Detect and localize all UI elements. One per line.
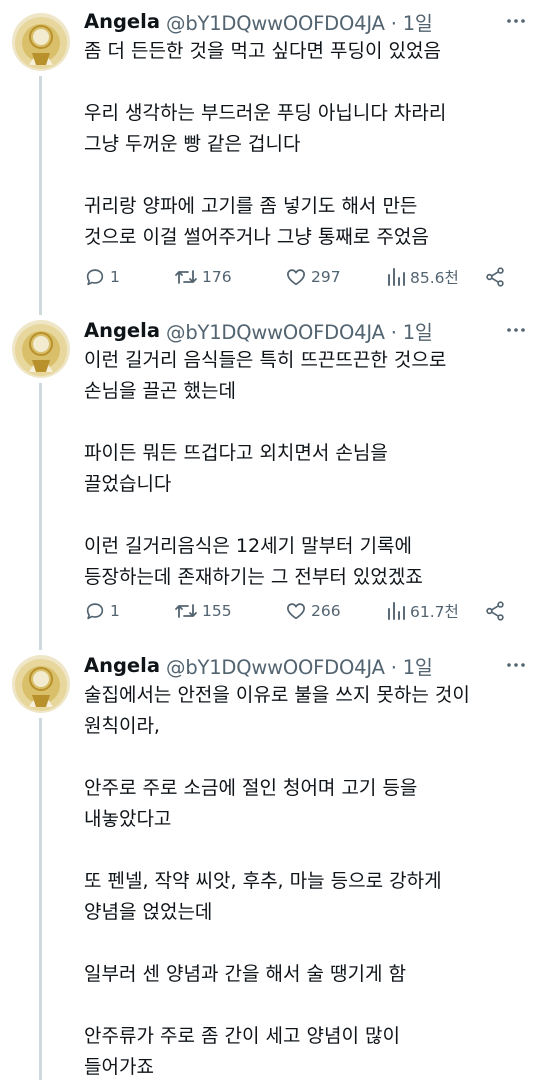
share-button[interactable] xyxy=(484,264,506,290)
display-name[interactable]: Angela xyxy=(84,319,160,342)
retweet-arrows-icon xyxy=(175,604,197,618)
retweet-count: 176 xyxy=(202,268,232,286)
like-count: 266 xyxy=(311,602,341,620)
tweet-paragraph: 일부러 센 양념과 간을 해서 술 땡기게 함 xyxy=(84,963,406,985)
retweet-button[interactable]: 176 xyxy=(174,264,232,290)
tweet-paragraph: 좀 더 든든한 것을 먹고 싶다면 푸딩이 있었음 xyxy=(84,40,441,62)
tweet-paragraph: 안주류가 주로 좀 간이 세고 양념이 많이 들어가죠 xyxy=(84,1025,400,1078)
display-name[interactable]: Angela xyxy=(84,10,160,33)
share-button[interactable] xyxy=(484,598,506,624)
retweet-button[interactable]: 155 xyxy=(174,598,232,624)
speech-bubble-icon xyxy=(86,269,104,286)
avatar[interactable] xyxy=(12,320,70,378)
like-button[interactable]: 297 xyxy=(285,264,341,290)
tweet-paragraph: 파이든 뭐든 뜨겁다고 외치면서 손님을 끌었습니다 xyxy=(84,442,388,495)
tweet-paragraph: 술집에서는 안전을 이유로 불을 쓰지 못하는 것이 원칙이라, xyxy=(84,684,470,737)
user-handle[interactable]: @bY1DQwwOOFDO4JA · 1일 xyxy=(166,7,433,36)
tweet-paragraph: 우리 생각하는 부드러운 푸딩 아닙니다 차라리 그냥 두꺼운 빵 같은 겁니다 xyxy=(84,102,447,155)
bar-chart-icon xyxy=(388,602,405,620)
tweet-thread: Angela @bY1DQwwOOFDO4JA · 1일 좀 더 든든한 것을 … xyxy=(0,0,540,1080)
more-dots-icon[interactable] xyxy=(505,319,527,341)
display-name[interactable]: Angela xyxy=(84,654,160,677)
view-count: 61.7천 xyxy=(410,603,459,621)
like-button[interactable]: 266 xyxy=(285,598,341,624)
tweet-3[interactable]: Angela @bY1DQwwOOFDO4JA · 1일 술집에서는 안전을 이… xyxy=(0,650,540,1080)
reply-button[interactable]: 1 xyxy=(84,264,120,290)
user-handle[interactable]: @bY1DQwwOOFDO4JA · 1일 xyxy=(166,316,433,345)
like-count: 297 xyxy=(311,268,341,286)
tweet-paragraph: 안주로 주로 소금에 절인 청어며 고기 등을 내놓았다고 xyxy=(84,777,418,830)
tweet-1[interactable]: Angela @bY1DQwwOOFDO4JA · 1일 좀 더 든든한 것을 … xyxy=(0,0,540,315)
tweet-paragraph: 이런 길거리 음식들은 특히 뜨끈뜨끈한 것으로 손님을 끌곤 했는데 xyxy=(84,349,447,402)
heart-icon xyxy=(287,269,305,286)
share-icon xyxy=(486,601,504,621)
tweet-text: 좀 더 든든한 것을 먹고 싶다면 푸딩이 있었음 우리 생각하는 부드러운 푸… xyxy=(84,36,529,253)
tweet-text: 술집에서는 안전을 이유로 불을 쓰지 못하는 것이 원칙이라, 안주로 주로 … xyxy=(84,680,529,1080)
tweet-paragraph: 이런 길거리음식은 12세기 말부터 기록에 등장하는데 존재하기는 그 전부터… xyxy=(84,535,423,588)
tweet-2[interactable]: Angela @bY1DQwwOOFDO4JA · 1일 이런 길거리 음식들은… xyxy=(0,315,540,650)
retweet-arrows-icon xyxy=(175,270,197,284)
thread-connector xyxy=(39,718,42,1080)
tweet-actions: 1 155 266 61.7천 xyxy=(84,598,529,624)
bar-chart-icon xyxy=(388,268,405,286)
avatar[interactable] xyxy=(12,13,70,71)
tweet-paragraph: 귀리랑 양파에 고기를 좀 넣기도 해서 만든 것으로 이걸 썰어주거나 그냥 … xyxy=(84,195,429,248)
views-button[interactable]: 61.7천 xyxy=(386,598,459,624)
reply-button[interactable]: 1 xyxy=(84,598,120,624)
more-dots-icon[interactable] xyxy=(505,654,527,676)
thread-connector xyxy=(39,383,42,650)
retweet-count: 155 xyxy=(202,602,232,620)
tweet-actions: 1 176 297 85.6천 xyxy=(84,264,529,290)
tweet-text: 이런 길거리 음식들은 특히 뜨끈뜨끈한 것으로 손님을 끌곤 했는데 파이든 … xyxy=(84,345,529,593)
reply-count: 1 xyxy=(110,602,120,620)
user-handle[interactable]: @bY1DQwwOOFDO4JA · 1일 xyxy=(166,651,433,680)
tweet-paragraph: 또 펜넬, 작약 씨앗, 후추, 마늘 등으로 강하게 양념을 얹었는데 xyxy=(84,870,442,923)
more-dots-icon[interactable] xyxy=(505,10,527,32)
share-icon xyxy=(486,267,504,287)
avatar[interactable] xyxy=(12,655,70,713)
reply-count: 1 xyxy=(110,268,120,286)
thread-connector xyxy=(39,76,42,315)
speech-bubble-icon xyxy=(86,603,104,620)
heart-icon xyxy=(287,603,305,620)
views-button[interactable]: 85.6천 xyxy=(386,264,459,290)
view-count: 85.6천 xyxy=(410,269,459,287)
